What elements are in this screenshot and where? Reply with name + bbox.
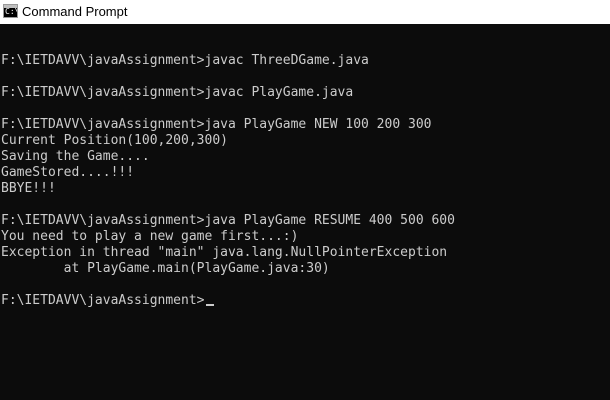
console-line: You need to play a new game first...:) [1,229,299,244]
console-lines: F:\IETDAVV\javaAssignment>javac ThreeDGa… [1,37,455,309]
prompt-line[interactable]: F:\IETDAVV\javaAssignment> [1,293,455,309]
console-line: F:\IETDAVV\javaAssignment>java PlayGame … [1,213,455,228]
icon-prompt-glyph: C:\ [5,7,17,16]
window-title: Command Prompt [22,4,128,19]
command-prompt-window: C:\ Command Prompt F:\IETDAVV\javaAssign… [0,0,610,400]
console-line: Current Position(100,200,300) [1,133,228,148]
console-line: F:\IETDAVV\javaAssignment>java PlayGame … [1,117,432,132]
console-line: F:\IETDAVV\javaAssignment>javac ThreeDGa… [1,53,369,68]
console-line: Exception in thread "main" java.lang.Nul… [1,245,448,260]
console-line: GameStored....!!! [1,165,135,180]
command-prompt-icon: C:\ [3,4,18,18]
console-line: Saving the Game.... [1,149,150,164]
console-output-area[interactable]: F:\IETDAVV\javaAssignment>javac ThreeDGa… [0,24,610,400]
current-prompt: F:\IETDAVV\javaAssignment> [1,293,205,308]
console-line: F:\IETDAVV\javaAssignment>javac PlayGame… [1,85,354,100]
title-bar[interactable]: C:\ Command Prompt [0,0,610,24]
console-line: at PlayGame.main(PlayGame.java:30) [1,261,330,276]
console-line: BBYE!!! [1,181,56,196]
text-cursor [205,304,214,306]
